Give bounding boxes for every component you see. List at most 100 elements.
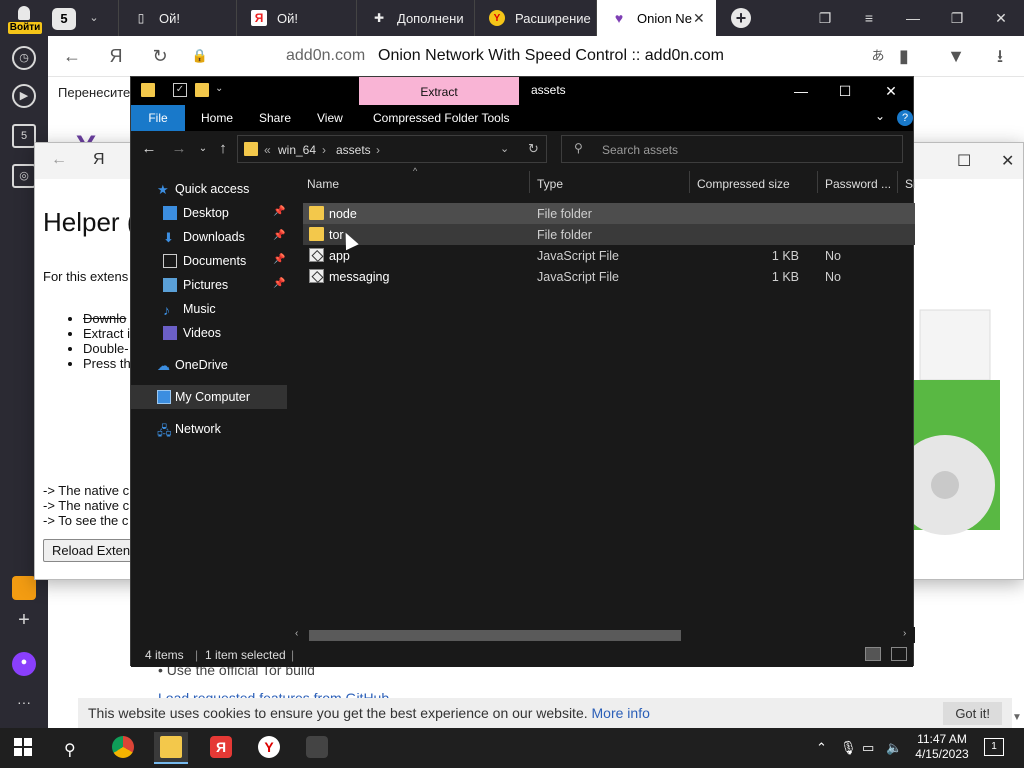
nav-downloads[interactable]: ⬇ Downloads 📌	[131, 225, 287, 249]
breadcrumb-assets[interactable]: assets	[336, 143, 371, 157]
column-compressed-size[interactable]: Compressed size	[697, 177, 790, 191]
maximize-icon[interactable]: ☐	[957, 151, 971, 171]
tor-extension-icon[interactable]: ▼	[944, 44, 968, 68]
nav-videos[interactable]: Videos	[131, 321, 287, 345]
yandex-icon[interactable]: Я	[204, 732, 238, 764]
tab-compressed-folder-tools[interactable]: Compressed Folder Tools	[373, 105, 510, 131]
breadcrumb-win64[interactable]: win_64	[278, 143, 316, 157]
forward-arrow-icon[interactable]: →	[169, 139, 189, 159]
column-type[interactable]: Type	[537, 177, 563, 191]
close-icon[interactable]: ✕	[1001, 151, 1014, 171]
tab-view[interactable]: View	[317, 105, 343, 131]
nav-network[interactable]: 🖧 Network	[131, 417, 287, 441]
expand-ribbon-icon[interactable]: ⌄	[875, 109, 885, 123]
show-hidden-icons-icon[interactable]: ⌃	[816, 740, 827, 756]
properties-icon[interactable]: ✓	[173, 83, 187, 97]
menu-icon[interactable]: ≡	[858, 8, 880, 28]
reload-extension-button[interactable]: Reload Exten	[43, 539, 140, 562]
nav-desktop[interactable]: Desktop 📌	[131, 201, 287, 225]
more-info-link[interactable]: More info	[592, 705, 650, 721]
back-icon[interactable]: ←	[60, 44, 84, 68]
horizontal-scrollbar[interactable]: ‹ ›	[291, 627, 915, 643]
network-icon[interactable]: ▭	[862, 740, 874, 756]
folder-icon[interactable]	[141, 83, 155, 97]
nav-onedrive[interactable]: ☁ OneDrive	[131, 353, 287, 377]
nav-documents[interactable]: Documents 📌	[131, 249, 287, 273]
address-dropdown-icon[interactable]: ⌄	[500, 142, 509, 155]
yandex-browser-icon[interactable]: Y	[252, 732, 286, 764]
file-row-node[interactable]: node File folder	[303, 203, 915, 224]
close-window-icon[interactable]: ✕	[990, 8, 1012, 28]
column-separator[interactable]	[817, 171, 818, 193]
windows-start-icon[interactable]	[14, 738, 32, 756]
restore-icon[interactable]: ❐	[946, 8, 968, 28]
yandex-icon[interactable]: Я	[93, 151, 105, 169]
chevron-right-icon[interactable]: ›	[376, 143, 380, 157]
file-row-tor[interactable]: tor File folder	[303, 224, 915, 245]
nav-pictures[interactable]: Pictures 📌	[131, 273, 287, 297]
bookmarks-icon[interactable]: ❐	[814, 8, 836, 28]
camera-icon[interactable]: ◎	[12, 164, 36, 188]
help-icon[interactable]: ?	[897, 110, 913, 126]
mail-icon[interactable]	[12, 576, 36, 600]
translate-icon[interactable]: あ	[866, 44, 890, 68]
overflow-chevron-icon[interactable]: «	[264, 143, 271, 157]
nav-quick-access[interactable]: ★ Quick access	[131, 177, 287, 201]
minimize-icon[interactable]: —	[791, 81, 811, 101]
extract-tab[interactable]: Extract	[359, 77, 519, 105]
search-icon[interactable]: ⚲	[64, 740, 76, 760]
yandex-icon[interactable]: Я	[104, 44, 128, 68]
play-icon[interactable]: ▶	[12, 84, 36, 108]
file-row-messaging[interactable]: messaging JavaScript File 1 KB No	[303, 266, 915, 287]
bookmark-icon[interactable]: ▮	[892, 44, 916, 68]
minimize-icon[interactable]: —	[902, 8, 924, 28]
new-tab-button[interactable]: +	[731, 8, 751, 28]
back-arrow-icon[interactable]: ←	[139, 139, 159, 159]
column-size[interactable]: Si	[905, 177, 916, 191]
browser-tab-4[interactable]: Y Расширение	[474, 0, 596, 36]
file-row-app[interactable]: app JavaScript File 1 KB No	[303, 245, 915, 266]
tab-home[interactable]: Home	[201, 105, 233, 131]
tab-share[interactable]: Share	[259, 105, 291, 131]
scroll-down-arrow[interactable]: ▼	[1012, 712, 1022, 723]
up-arrow-icon[interactable]: ↑	[213, 139, 233, 159]
large-icons-view-icon[interactable]	[891, 647, 907, 661]
notifications-icon[interactable]: 1	[984, 738, 1004, 756]
download-icon[interactable]: ⭳	[988, 44, 1012, 68]
quick-access-dropdown-icon[interactable]: ⌄	[215, 83, 229, 97]
got-it-button[interactable]: Got it!	[943, 702, 1002, 725]
volume-icon[interactable]: 🔈	[886, 740, 902, 756]
recent-locations-icon[interactable]: ⌄	[193, 139, 213, 159]
lock-icon[interactable]: 🔒	[188, 44, 212, 68]
close-icon[interactable]: ✕	[693, 10, 705, 27]
login-avatar[interactable]: Войти	[8, 4, 42, 34]
clock[interactable]: 11:47 AM 4/15/2023	[914, 732, 970, 762]
new-folder-icon[interactable]	[195, 83, 209, 97]
scroll-left-icon[interactable]: ‹	[295, 628, 298, 639]
column-separator[interactable]	[689, 171, 690, 193]
reload-icon[interactable]: ↻	[148, 44, 172, 68]
file-explorer-icon[interactable]	[154, 732, 188, 764]
search-input[interactable]: ⚲ Search assets	[561, 135, 903, 163]
browser-tab-1[interactable]: ▯ Ой!	[118, 0, 236, 36]
alice-icon[interactable]: ●	[12, 652, 36, 676]
tor-icon[interactable]	[300, 732, 334, 764]
back-icon[interactable]: ←	[51, 151, 67, 169]
nav-music[interactable]: ♪ Music	[131, 297, 287, 321]
column-password[interactable]: Password ...	[825, 177, 891, 191]
browser-tab-3[interactable]: ✚ Дополнени	[356, 0, 474, 36]
chrome-icon[interactable]	[106, 732, 140, 764]
scrollbar-thumb[interactable]	[309, 630, 681, 641]
history-icon[interactable]: ◷	[12, 46, 36, 70]
nav-my-computer[interactable]: My Computer	[131, 385, 287, 409]
tabs-count-button[interactable]: 5	[52, 8, 76, 30]
microphone-icon[interactable]: 🎙	[840, 740, 857, 756]
url-text[interactable]: add0n.com	[286, 47, 365, 65]
scroll-right-icon[interactable]: ›	[903, 628, 906, 639]
tab-file[interactable]: File	[131, 105, 185, 131]
browser-tab-2[interactable]: Я Ой!	[236, 0, 354, 36]
chevron-right-icon[interactable]: ›	[322, 143, 326, 157]
more-icon[interactable]: ···	[12, 692, 36, 716]
address-box[interactable]: « win_64 › assets › ⌄ ↻	[237, 135, 547, 163]
chevron-down-icon[interactable]: ⌄	[84, 9, 104, 27]
